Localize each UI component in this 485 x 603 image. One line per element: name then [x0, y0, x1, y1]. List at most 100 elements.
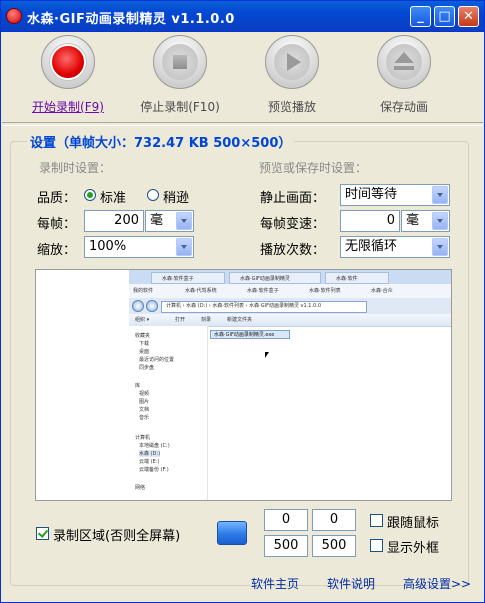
preview-side-item: 桌面	[139, 349, 150, 355]
preview-favorites-bar: 我的软件 水森·代驾系统 水森·软件盒子 水森·软件列表 水森·合众	[129, 284, 451, 299]
preview-fav-item: 我的软件	[133, 288, 154, 294]
main-window: 水森·GIF动画录制精灵 v1.1.0.0 _ □ ✕ 开始录制(F9) 停止录…	[0, 0, 485, 603]
quality-lower-label[interactable]: 稍逊	[163, 187, 189, 206]
preview-path: 计算机 › 水森 (D:) › 水森·软件列表 › 水森·GIF动画录制精灵 v…	[161, 301, 367, 313]
settings-title: 设置（单帧大小：732.47 KB 500×500）	[27, 132, 295, 151]
per-frame-input[interactable]: 200	[84, 210, 144, 232]
per-frame-label: 每帧：	[37, 217, 77, 232]
quality-label: 品质：	[37, 191, 77, 206]
scale-select[interactable]: 100%	[84, 236, 194, 258]
preview-side-item: 云端 (E:)	[139, 459, 160, 465]
back-icon	[132, 300, 144, 312]
start-record-button[interactable]: 开始录制(F9)	[18, 32, 118, 118]
toolbar-divider	[2, 122, 483, 126]
record-region-checkbox[interactable]	[36, 527, 49, 540]
chevron-down-icon[interactable]	[432, 186, 448, 204]
preview-play-label: 预览播放	[267, 100, 316, 114]
preview-side-item: 最近访问的位置	[139, 357, 175, 363]
preview-side-item: 下载	[139, 341, 150, 347]
preview-cmd: 组织 ▾	[135, 317, 150, 323]
frame-speed-input[interactable]: 0	[340, 210, 400, 232]
preview-tab: 水森·软件	[325, 272, 389, 284]
quality-standard-radio[interactable]	[84, 189, 96, 201]
stop-icon	[153, 35, 207, 89]
preview-side-item: 文档	[139, 407, 150, 413]
preview-tab-strip: 水森·软件盒子 水森·GIF动画录制精灵 水森·软件	[129, 270, 451, 284]
eject-save-icon	[377, 35, 431, 89]
preview-side-item: 水森 (D:)	[139, 450, 161, 457]
preview-side-item: 视频	[139, 391, 150, 397]
per-frame-unit-value: 毫	[150, 213, 164, 228]
stop-record-button[interactable]: 停止录制(F10)	[130, 32, 230, 118]
quality-standard-label[interactable]: 标准	[100, 187, 126, 206]
record-section-label: 录制时设置：	[39, 161, 112, 175]
title-bar[interactable]: 水森·GIF动画录制精灵 v1.1.0.0 _ □ ✕	[1, 1, 484, 32]
preview-side-item: 图片	[139, 399, 150, 405]
frame-preview[interactable]: 水森·软件盒子 水森·GIF动画录制精灵 水森·软件 我的软件 水森·代驾系统 …	[35, 269, 452, 501]
play-icon	[265, 35, 319, 89]
window-title: 水森·GIF动画录制精灵 v1.1.0.0	[27, 12, 235, 27]
preview-cmd: 打开	[175, 317, 186, 323]
per-frame-unit-select[interactable]: 毫	[145, 210, 194, 232]
minimize-button[interactable]: _	[410, 6, 431, 27]
frame-speed-unit-select[interactable]: 毫	[401, 210, 450, 232]
app-icon	[6, 8, 22, 24]
advanced-settings-link[interactable]: 高级设置>>	[403, 575, 471, 592]
preview-nav-pane: 收藏夹 下载 桌面 最近访问的位置 同步盘 库 视频 图片 文档 音乐 计算机 …	[129, 326, 208, 500]
region-x-input[interactable]: 0	[264, 509, 308, 531]
preview-play-button[interactable]: 预览播放	[242, 32, 342, 118]
preview-file-item: 水森·GIF动画录制精灵.exe	[210, 330, 290, 339]
maximize-button[interactable]: □	[434, 6, 455, 27]
preview-side-item: 云端备份 (F:)	[139, 467, 169, 473]
region-y-input[interactable]: 0	[312, 509, 356, 531]
follow-mouse-checkbox[interactable]	[370, 514, 383, 527]
still-frame-label: 静止画面：	[260, 191, 326, 206]
save-animation-label: 保存动画	[379, 100, 428, 114]
chevron-down-icon[interactable]	[176, 212, 192, 230]
play-count-label: 播放次数：	[260, 243, 326, 258]
preview-side-item: 库	[135, 383, 141, 389]
play-count-select[interactable]: 无限循环	[340, 236, 450, 258]
record-region-label[interactable]: 录制区域(否则全屏幕)	[53, 525, 180, 544]
follow-mouse-label[interactable]: 跟随鼠标	[387, 512, 439, 531]
toolbar: 开始录制(F9) 停止录制(F10) 预览播放 保存动画	[2, 32, 483, 118]
still-frame-value: 时间等待	[345, 187, 398, 202]
preview-address-bar: 计算机 › 水森 (D:) › 水森·软件列表 › 水森·GIF动画录制精灵 v…	[129, 298, 451, 314]
region-width-input[interactable]: 500	[264, 535, 308, 557]
scale-value: 100%	[89, 239, 127, 254]
preview-fav-item: 水森·代驾系统	[185, 288, 217, 294]
chevron-down-icon[interactable]	[432, 238, 448, 256]
preview-tab: 水森·GIF动画录制精灵	[229, 272, 321, 284]
preview-side-item: 收藏夹	[135, 333, 151, 339]
software-home-link[interactable]: 软件主页	[251, 575, 299, 592]
preview-fav-item: 水森·软件列表	[309, 288, 341, 294]
preview-side-item: 同步盘	[139, 365, 155, 371]
save-animation-button[interactable]: 保存动画	[354, 32, 454, 118]
preview-fav-item: 水森·合众	[371, 288, 393, 294]
preview-tab: 水森·软件盒子	[151, 272, 225, 284]
preview-section-label: 预览或保存时设置：	[259, 161, 368, 175]
show-frame-label[interactable]: 显示外框	[387, 537, 439, 556]
forward-icon	[146, 300, 158, 312]
preview-side-item: 计算机	[135, 435, 151, 441]
chevron-down-icon[interactable]	[176, 238, 192, 256]
record-icon	[41, 35, 95, 89]
preview-cmd: 新建文件夹	[227, 317, 253, 323]
quality-lower-radio[interactable]	[147, 189, 159, 201]
chevron-down-icon[interactable]	[432, 212, 448, 230]
show-frame-checkbox[interactable]	[370, 539, 383, 552]
scale-label: 缩放：	[37, 243, 77, 258]
software-help-link[interactable]: 软件说明	[327, 575, 375, 592]
still-frame-select[interactable]: 时间等待	[340, 184, 450, 206]
select-region-button[interactable]	[217, 521, 247, 545]
play-count-value: 无限循环	[345, 239, 398, 254]
close-button[interactable]: ✕	[458, 6, 479, 27]
mouse-cursor-icon	[265, 352, 269, 358]
preview-cmd: 刻录	[201, 317, 212, 323]
region-height-input[interactable]: 500	[312, 535, 356, 557]
start-record-label: 开始录制(F9)	[32, 100, 104, 114]
preview-side-item: 音乐	[139, 415, 150, 421]
preview-fav-item: 水森·软件盒子	[247, 288, 279, 294]
frame-speed-label: 每帧变速：	[260, 217, 326, 232]
frame-speed-unit-value: 毫	[406, 213, 420, 228]
